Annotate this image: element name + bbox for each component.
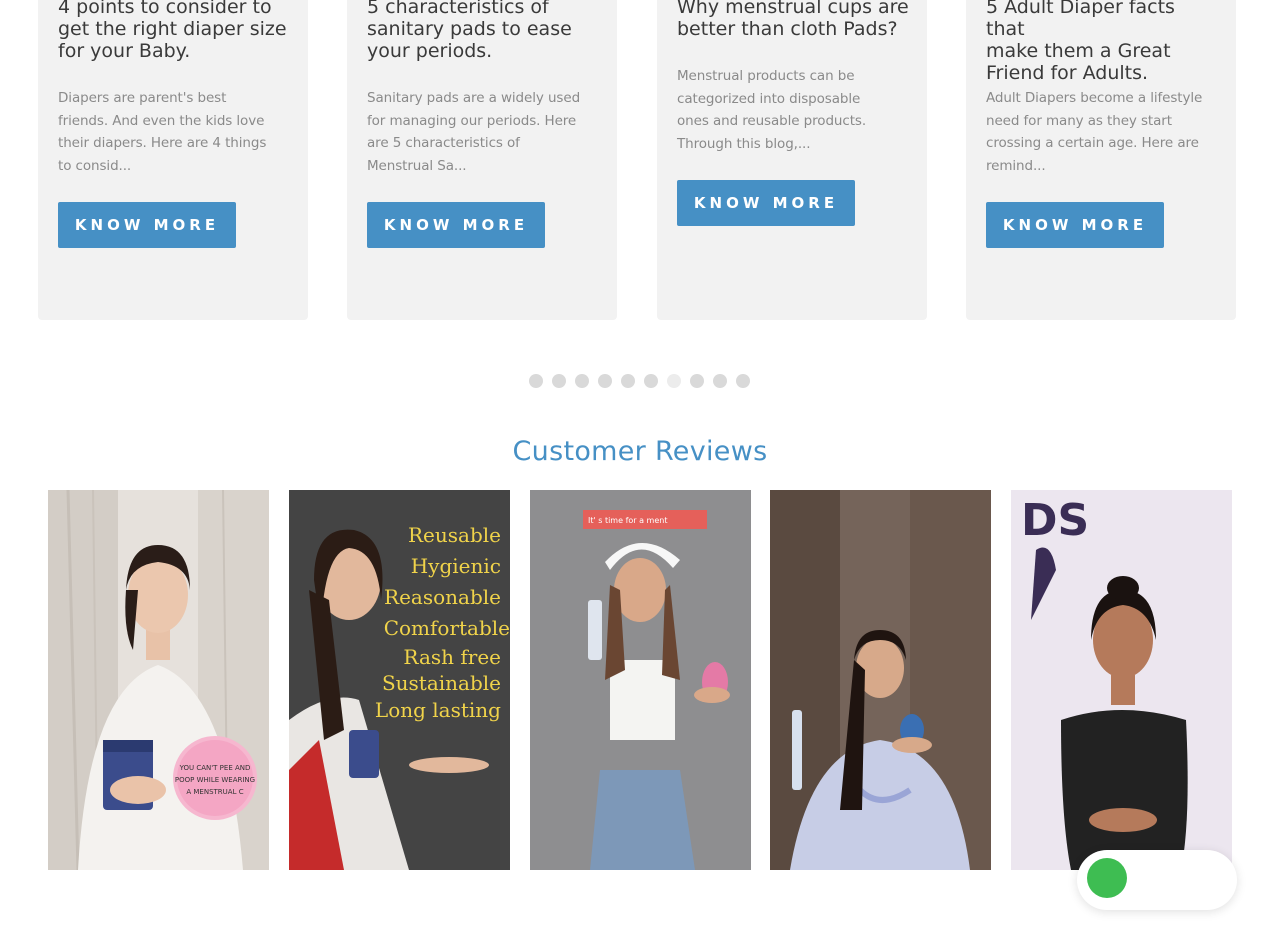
excerpt-line: remind... [986,157,1046,174]
sticker-text: YOU CAN'T PEE AND [179,764,251,772]
carousel-dot[interactable] [644,374,658,388]
excerpt-line: Diapers are parent's best [58,90,227,106]
carousel-dot[interactable] [621,374,635,388]
blog-card-excerpt: Adult Diapers become a lifestyle need fo… [986,87,1214,177]
excerpt-line: Through this blog,... [677,135,811,152]
carousel-dot[interactable] [690,374,704,388]
carousel-dot[interactable] [552,374,566,388]
blog-card: 5 Adult Diaper facts that make them a Gr… [966,0,1236,320]
banner-text: DS [1021,495,1089,546]
title-line: get the right diaper size [58,18,287,40]
title-line: 5 Adult Diaper facts that [986,0,1175,40]
overlay-text: Reasonable [384,585,501,609]
review-video-thumbnail[interactable]: DS [1011,490,1232,870]
carousel-dot[interactable] [713,374,727,388]
overlay-text: Hygienic [411,554,501,578]
excerpt-line: Sanitary pads are a widely used [367,90,581,106]
blog-card: Why menstrual cups are better than cloth… [657,0,927,320]
title-line: 5 characteristics of [367,0,549,18]
review-image: Reusable Hygienic Reasonable Comfortable… [289,490,510,870]
overlay-text: Rash free [403,645,501,669]
blog-card-excerpt: Sanitary pads are a widely used for mana… [367,87,595,177]
know-more-button[interactable]: KNOW MORE [58,202,236,248]
blog-card-title: 5 Adult Diaper facts that make them a Gr… [986,0,1218,84]
title-line: sanitary pads to ease [367,18,572,40]
whatsapp-chat-widget[interactable] [1077,850,1237,910]
carousel-dot[interactable] [575,374,589,388]
overlay-text: Comfortable [384,616,510,640]
sticker-text: POOP WHILE WEARING [175,776,255,784]
caption-text: It' s time for a ment [588,516,667,525]
excerpt-line: Menstrual Sa... [367,157,467,174]
review-video-thumbnail[interactable]: Reusable Hygienic Reasonable Comfortable… [289,490,510,870]
review-video-thumbnail[interactable]: YOU CAN'T PEE AND POOP WHILE WEARING A M… [48,490,269,870]
know-more-button[interactable]: KNOW MORE [367,202,545,248]
review-video-thumbnail[interactable]: It' s time for a ment [530,490,751,870]
blog-card-title: 5 characteristics of sanitary pads to ea… [367,0,599,62]
title-line: better than cloth Pads? [677,18,898,40]
blog-card-title: 4 points to consider to get the right di… [58,0,290,62]
blog-card-excerpt: Menstrual products can be categorized in… [677,65,905,155]
excerpt-line: need for many as they start [986,112,1172,129]
carousel-dot[interactable] [736,374,750,388]
review-image: It' s time for a ment [530,490,751,870]
excerpt-line: their diapers. Here are 4 things [58,135,267,151]
excerpt-line: categorized into disposable [677,90,861,107]
title-line: for your Baby. [58,40,191,62]
carousel-dot[interactable] [667,374,681,388]
overlay-text: Sustainable [382,671,501,695]
blog-card-excerpt: Diapers are parent's best friends. And e… [58,87,286,177]
title-line: Why menstrual cups are [677,0,909,18]
whatsapp-icon [1087,858,1127,898]
review-image: YOU CAN'T PEE AND POOP WHILE WEARING A M… [48,490,269,870]
overlay-text: Reusable [408,523,501,547]
overlay-text: Long lasting [375,698,501,722]
excerpt-line: to consid... [58,157,132,174]
know-more-button[interactable]: KNOW MORE [677,180,855,226]
excerpt-line: are 5 characteristics of [367,135,520,151]
blog-card: 4 points to consider to get the right di… [38,0,308,320]
title-line: make them a Great [986,40,1171,62]
section-title: Customer Reviews [512,436,768,467]
excerpt-line: ones and reusable products. [677,113,867,129]
carousel-dot[interactable] [598,374,612,388]
title-line: Friend for Adults. [986,62,1149,84]
blog-card-title: Why menstrual cups are better than cloth… [677,0,909,40]
excerpt-line: crossing a certain age. Here are [986,135,1199,151]
review-video-thumbnail[interactable] [770,490,991,870]
know-more-button[interactable]: KNOW MORE [986,202,1164,248]
title-line: 4 points to consider to [58,0,272,18]
review-image: DS [1011,490,1232,870]
excerpt-line: for managing our periods. Here [367,112,577,129]
carousel-pagination [529,374,750,388]
excerpt-line: friends. And even the kids love [58,112,265,129]
carousel-dot[interactable] [529,374,543,388]
sticker-text: A MENSTRUAL C [186,788,243,796]
title-line: your periods. [367,40,493,62]
blog-card: 5 characteristics of sanitary pads to ea… [347,0,617,320]
review-image [770,490,991,870]
excerpt-line: Menstrual products can be [677,68,855,84]
blog-carousel: 4 points to consider to get the right di… [0,0,1280,320]
excerpt-line: Adult Diapers become a lifestyle [986,90,1203,106]
